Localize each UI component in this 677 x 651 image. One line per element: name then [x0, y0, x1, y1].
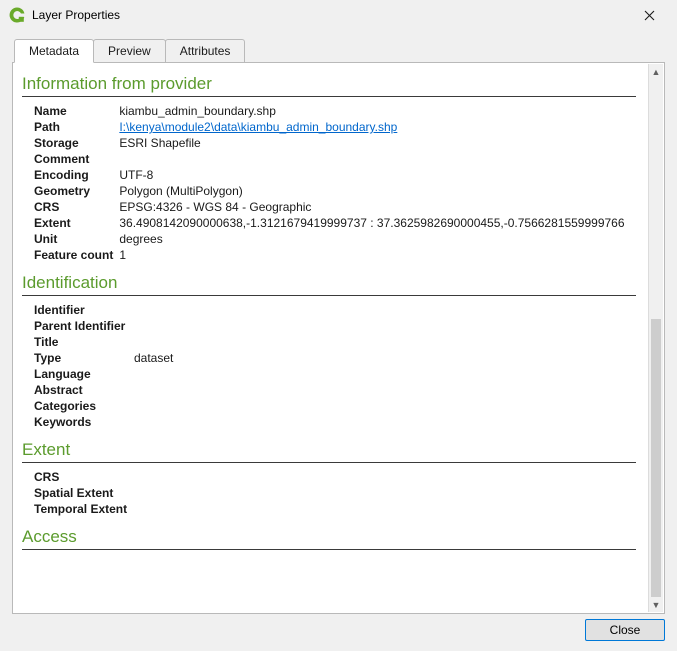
close-icon — [644, 10, 655, 21]
qgis-icon — [8, 6, 26, 24]
table-row: Spatial Extent — [34, 485, 140, 501]
table-row: EncodingUTF-8 — [34, 167, 631, 183]
divider — [22, 295, 636, 296]
divider — [22, 96, 636, 97]
layer-properties-dialog: Layer Properties Metadata Preview Attrib… — [0, 0, 677, 651]
tab-label: Preview — [108, 44, 151, 58]
section-title-identification: Identification — [22, 273, 638, 293]
table-row: Title — [34, 334, 179, 350]
scroll-track[interactable] — [649, 79, 663, 597]
tab-attributes[interactable]: Attributes — [165, 39, 246, 62]
identification-table: Identifier Parent Identifier Title Typed… — [34, 302, 179, 430]
table-row: Keywords — [34, 414, 179, 430]
section-title-access: Access — [22, 527, 638, 547]
table-row: Extent36.4908142090000638,-1.31216794199… — [34, 215, 631, 231]
table-row: Typedataset — [34, 350, 179, 366]
tab-label: Attributes — [180, 44, 231, 58]
table-row: CRS — [34, 469, 140, 485]
scroll-thumb[interactable] — [651, 319, 661, 599]
table-row: Temporal Extent — [34, 501, 140, 517]
dialog-buttons: Close — [585, 619, 665, 641]
scroll-up-arrow[interactable]: ▲ — [649, 64, 663, 79]
extent-table: CRS Spatial Extent Temporal Extent — [34, 469, 140, 517]
table-row: Comment — [34, 151, 631, 167]
scroll-down-arrow[interactable]: ▼ — [649, 597, 663, 612]
table-row: GeometryPolygon (MultiPolygon) — [34, 183, 631, 199]
table-row: CRSEPSG:4326 - WGS 84 - Geographic — [34, 199, 631, 215]
divider — [22, 549, 636, 550]
window-close-button[interactable] — [629, 1, 669, 29]
close-button[interactable]: Close — [585, 619, 665, 641]
tab-label: Metadata — [29, 44, 79, 58]
tabs: Metadata Preview Attributes — [0, 30, 677, 62]
table-row: Categories — [34, 398, 179, 414]
table-row: Abstract — [34, 382, 179, 398]
section-title-provider: Information from provider — [22, 74, 638, 94]
table-row: Feature count1 — [34, 247, 631, 263]
table-row: PathI:\kenya\module2\data\kiambu_admin_b… — [34, 119, 631, 135]
tab-preview[interactable]: Preview — [93, 39, 166, 62]
vertical-scrollbar[interactable]: ▲ ▼ — [648, 64, 663, 612]
table-row: Namekiambu_admin_boundary.shp — [34, 103, 631, 119]
metadata-panel: Information from provider Namekiambu_adm… — [12, 62, 665, 614]
tab-metadata[interactable]: Metadata — [14, 39, 94, 63]
table-row: Parent Identifier — [34, 318, 179, 334]
window-title: Layer Properties — [32, 8, 629, 22]
metadata-content: Information from provider Namekiambu_adm… — [14, 64, 648, 612]
table-row: StorageESRI Shapefile — [34, 135, 631, 151]
section-title-extent: Extent — [22, 440, 638, 460]
table-row: Language — [34, 366, 179, 382]
path-link[interactable]: I:\kenya\module2\data\kiambu_admin_bound… — [119, 120, 397, 134]
titlebar: Layer Properties — [0, 0, 677, 30]
table-row: Identifier — [34, 302, 179, 318]
divider — [22, 462, 636, 463]
table-row: Unitdegrees — [34, 231, 631, 247]
provider-table: Namekiambu_admin_boundary.shp PathI:\ken… — [34, 103, 631, 263]
